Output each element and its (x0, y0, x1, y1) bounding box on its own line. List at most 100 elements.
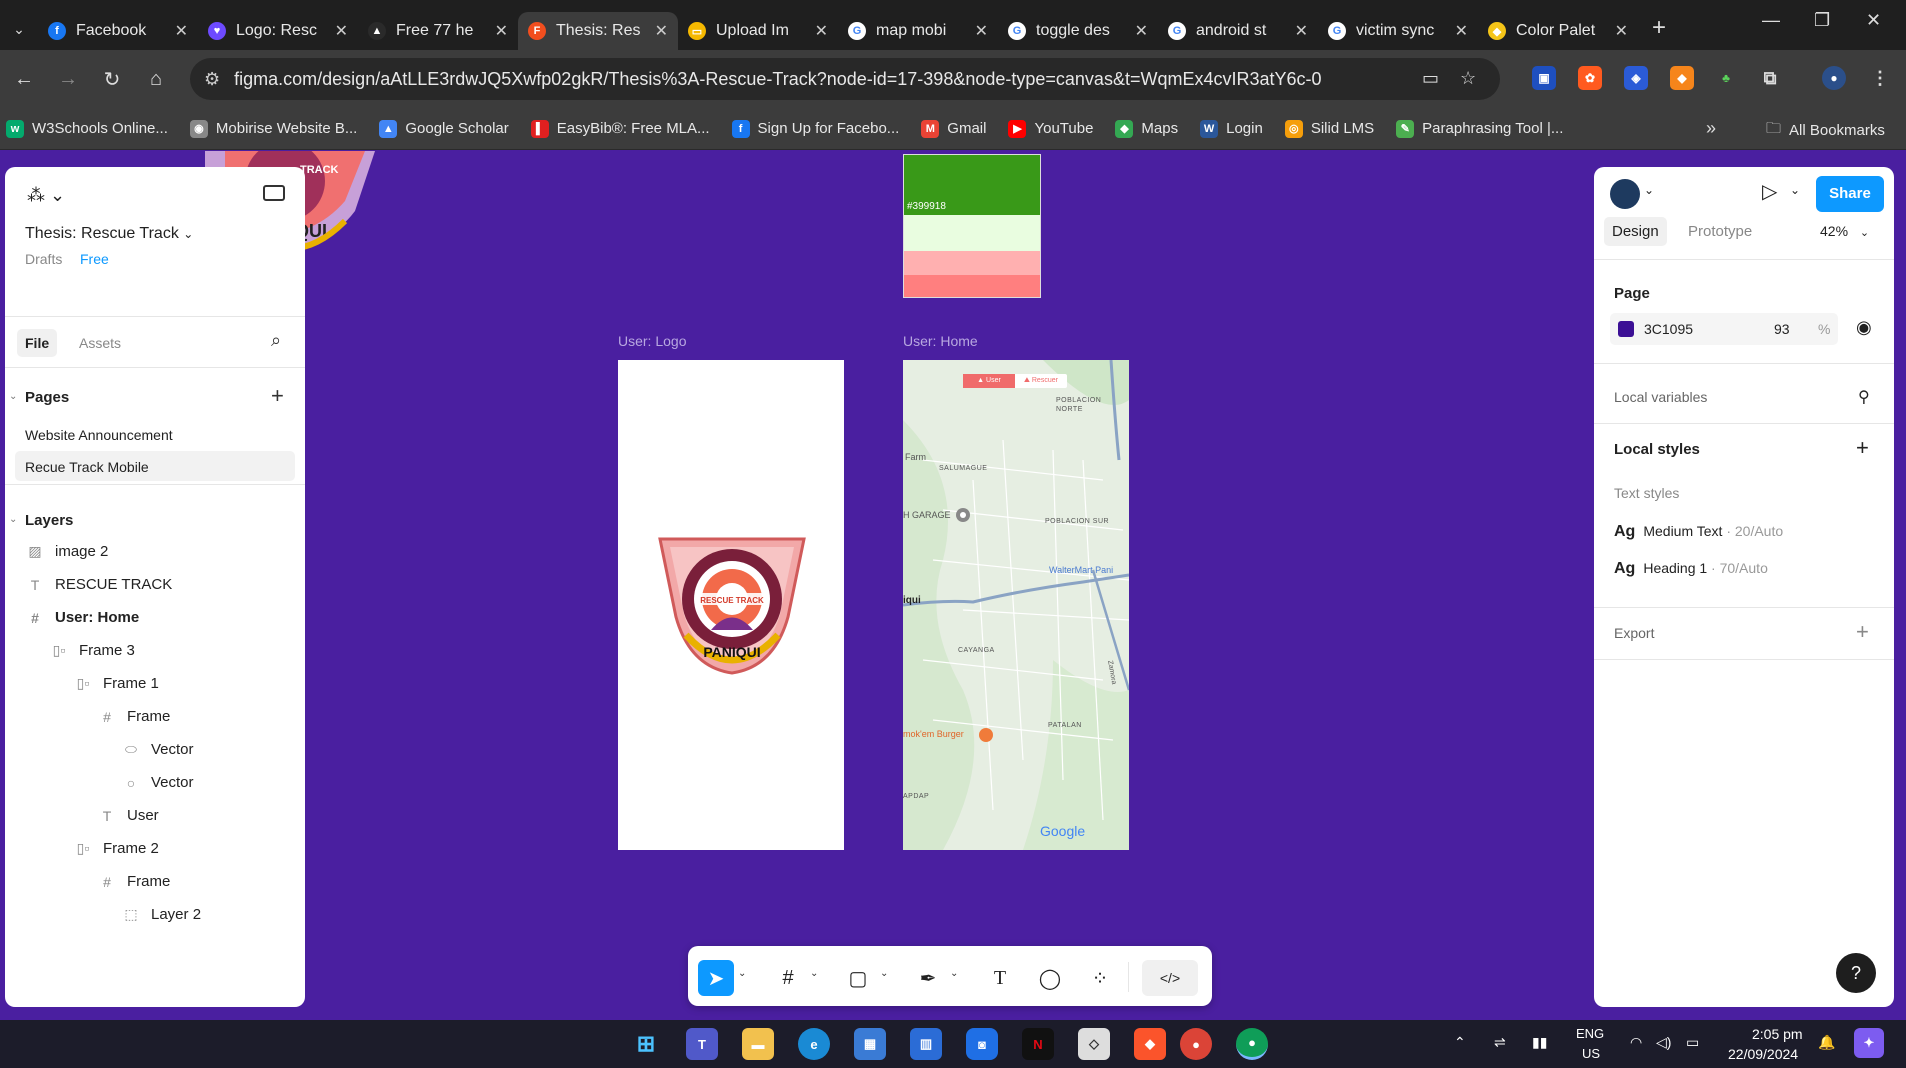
page-fill-field[interactable]: 3C1095 93 % (1610, 313, 1838, 345)
frame-user-home[interactable]: ▲ User ⛰ Rescuer POBLACION NORTE SALUMAG… (903, 360, 1129, 850)
roblox-icon[interactable]: ◇ (1078, 1028, 1110, 1060)
home-icon[interactable]: ⌂ (136, 68, 176, 91)
extensions-puzzle-icon[interactable]: ⧉ (1758, 66, 1782, 90)
teams-icon[interactable]: T (686, 1028, 718, 1060)
tab-close-icon[interactable]: ✕ (1295, 21, 1308, 41)
bookmark-item[interactable]: ✎ Paraphrasing Tool |... (1396, 119, 1563, 138)
frame-user-logo[interactable]: RESCUE TRACK PANIQUI (618, 360, 844, 850)
bookmarks-overflow-icon[interactable]: » (1706, 118, 1716, 139)
text-style-heading-1[interactable]: Ag Heading 1 · 70/Auto (1614, 560, 1768, 578)
new-tab-button[interactable]: + (1652, 14, 1666, 42)
copilot-icon[interactable]: ✦ (1854, 1028, 1884, 1058)
tray-overflow-icon[interactable]: ⌃ (1454, 1034, 1466, 1051)
frame-tool-icon[interactable]: # (770, 960, 806, 996)
actions-tool-icon[interactable]: ⁘ (1082, 960, 1118, 996)
extension-1-icon[interactable]: ▣ (1532, 66, 1556, 90)
move-tool-chevron-icon[interactable]: ⌄ (738, 968, 746, 979)
metamask-icon[interactable]: ◆ (1670, 66, 1694, 90)
store-icon[interactable]: ▦ (854, 1028, 886, 1060)
pen-tool-chevron-icon[interactable]: ⌄ (950, 968, 958, 979)
tab-prototype[interactable]: Prototype (1688, 223, 1752, 240)
tab-close-icon[interactable]: ✕ (975, 21, 988, 41)
browser-tab[interactable]: Gvictim sync ✕ (1318, 12, 1478, 50)
restore-icon[interactable]: ❐ (1814, 10, 1830, 31)
present-chevron-icon[interactable]: ⌄ (1790, 183, 1800, 197)
bookmark-item[interactable]: ▌ EasyBib®: Free MLA... (530, 119, 710, 138)
variables-adjust-icon[interactable]: ⚲ (1858, 387, 1870, 407)
bookmark-item[interactable]: ▲ Google Scholar (379, 119, 509, 138)
tab-close-icon[interactable]: ✕ (655, 21, 668, 41)
layer-row[interactable]: ⬭ Vector (123, 741, 194, 758)
tab-close-icon[interactable]: ✕ (335, 21, 348, 41)
edge-icon[interactable]: e (798, 1028, 830, 1060)
pen-tool-icon[interactable]: ✒ (910, 960, 946, 996)
toggle-rescuer[interactable]: ⛰ Rescuer (1015, 374, 1067, 388)
profile-avatar[interactable]: ● (1822, 66, 1846, 90)
add-style-icon[interactable]: + (1856, 435, 1869, 461)
clock-date[interactable]: 22/09/2024 (1728, 1046, 1798, 1062)
tab-close-icon[interactable]: ✕ (1135, 21, 1148, 41)
collapse-layers-icon[interactable]: ⌄ (9, 514, 17, 525)
tab-close-icon[interactable]: ✕ (175, 21, 188, 41)
color-palette-frame[interactable]: #399918 (903, 154, 1041, 298)
page-color-hex[interactable]: 3C1095 (1644, 321, 1693, 337)
frame-label-logo[interactable]: User: Logo (618, 333, 686, 349)
tab-close-icon[interactable]: ✕ (1455, 21, 1468, 41)
browser-tab[interactable]: F Thesis: Res ✕ (518, 12, 678, 50)
dev-mode-toggle-icon[interactable]: </> (1142, 960, 1198, 996)
all-bookmarks-button[interactable]: 🗀 All Bookmarks (1766, 118, 1885, 143)
forward-icon[interactable]: → (48, 68, 88, 91)
text-style-medium-text[interactable]: Ag Medium Text · 20/Auto (1614, 523, 1783, 541)
page-item-website-announcement[interactable]: Website Announcement (25, 427, 173, 443)
layer-row[interactable]: ▯▫ Frame 2 (75, 840, 159, 857)
chrome-icon[interactable]: ● (1180, 1028, 1212, 1060)
bookmark-item[interactable]: M Gmail (921, 119, 986, 138)
cast-icon[interactable]: ▭ (1422, 68, 1439, 89)
bookmark-item[interactable]: W Login (1200, 119, 1263, 138)
rectangle-tool-icon[interactable]: ▢ (840, 960, 876, 996)
tab-search-button[interactable]: ⌄ (4, 14, 34, 44)
bookmark-item[interactable]: f Sign Up for Facebo... (731, 119, 899, 138)
tab-close-icon[interactable]: ✕ (495, 21, 508, 41)
minimize-icon[interactable]: — (1762, 10, 1780, 31)
plan-badge[interactable]: Free (80, 251, 109, 267)
tab-design[interactable]: Design (1604, 217, 1667, 246)
language-top[interactable]: ENG (1576, 1026, 1604, 1041)
extension-2-icon[interactable]: ✿ (1578, 66, 1602, 90)
wifi-icon[interactable]: ◠ (1630, 1034, 1642, 1051)
tab-assets[interactable]: Assets (79, 335, 121, 351)
page-item-recue-track-mobile[interactable]: Recue Track Mobile (15, 451, 295, 481)
add-page-icon[interactable]: + (271, 383, 284, 409)
brave-icon[interactable]: ◆ (1134, 1028, 1166, 1060)
toggle-user[interactable]: ▲ User (963, 374, 1015, 388)
tray-meter-icon[interactable]: ▮▮ (1532, 1034, 1547, 1051)
comment-tool-icon[interactable]: ◯ (1032, 960, 1068, 996)
reload-icon[interactable]: ↻ (92, 67, 132, 92)
bookmark-item[interactable]: ◆ Maps (1115, 119, 1178, 138)
text-tool-icon[interactable]: T (982, 960, 1018, 996)
drafts-link[interactable]: Drafts (25, 251, 62, 267)
clock-time[interactable]: 2:05 pm (1752, 1026, 1803, 1042)
netflix-icon[interactable]: N (1022, 1028, 1054, 1060)
browser-tab[interactable]: ▭ Upload Im ✕ (678, 12, 838, 50)
battery-icon[interactable]: ▭ (1686, 1034, 1699, 1051)
tab-file[interactable]: File (17, 329, 58, 357)
browser-tab[interactable]: Gtoggle des ✕ (998, 12, 1158, 50)
layer-row[interactable]: # Frame (99, 873, 170, 890)
share-button[interactable]: Share (1816, 176, 1884, 212)
extension-5-icon[interactable]: ♣ (1714, 66, 1738, 90)
layer-row[interactable]: ▯▫ Frame 1 (75, 675, 159, 692)
collapse-pages-icon[interactable]: ⌄ (9, 391, 17, 402)
tab-close-icon[interactable]: ✕ (815, 21, 828, 41)
sidebar-toggle-icon[interactable] (263, 185, 285, 201)
address-bar[interactable]: ⚙ figma.com/design/aAtLLE3rdwJQ5Xwfp02gk… (190, 58, 1500, 100)
start-icon[interactable]: ⊞ (630, 1028, 662, 1060)
present-play-icon[interactable]: ▷ (1762, 179, 1777, 204)
file-explorer-icon[interactable]: ▬ (742, 1028, 774, 1060)
browser-tab[interactable]: f Facebook ✕ (38, 12, 198, 50)
layer-row[interactable]: # Frame (99, 708, 170, 725)
bookmark-star-icon[interactable]: ☆ (1460, 68, 1476, 89)
zoom-level[interactable]: 42% ⌄ (1820, 223, 1869, 239)
tab-close-icon[interactable]: ✕ (1615, 21, 1628, 41)
move-tool-icon[interactable]: ➤ (698, 960, 734, 996)
